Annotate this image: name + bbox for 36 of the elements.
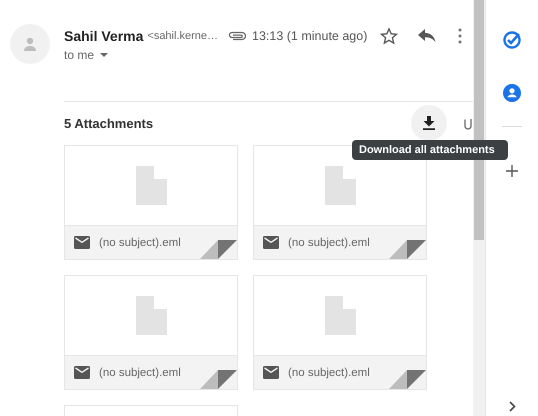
tasks-icon[interactable] bbox=[502, 30, 522, 50]
page-fold-icon bbox=[200, 240, 237, 259]
mail-icon bbox=[74, 366, 90, 379]
attachment-card[interactable]: (no subject).eml bbox=[64, 145, 238, 260]
mail-icon bbox=[263, 236, 279, 249]
mail-icon bbox=[263, 366, 279, 379]
file-name: (no subject).eml bbox=[288, 366, 370, 378]
attachment-card[interactable]: (no subject).eml bbox=[253, 275, 427, 390]
sender-email: <sahil.kerne… bbox=[147, 30, 218, 42]
attachments-heading: 5 Attachments bbox=[64, 116, 154, 130]
download-icon bbox=[423, 116, 435, 130]
download-all-button[interactable] bbox=[411, 105, 447, 141]
caret-icon[interactable] bbox=[100, 53, 108, 57]
file-icon bbox=[136, 296, 166, 335]
chevron-right-icon[interactable] bbox=[508, 401, 516, 412]
contacts-icon[interactable] bbox=[503, 84, 521, 102]
page-fold-icon bbox=[389, 240, 426, 259]
page-fold-icon bbox=[200, 370, 237, 389]
avatar-icon bbox=[10, 24, 50, 64]
file-icon bbox=[324, 166, 356, 205]
file-icon bbox=[324, 296, 356, 335]
mail-icon bbox=[74, 236, 90, 249]
more-icon[interactable] bbox=[458, 28, 462, 44]
file-icon bbox=[136, 166, 166, 205]
recipient-label: to me bbox=[64, 48, 94, 62]
tooltip: Download all attachments bbox=[352, 140, 508, 160]
file-name: (no subject).eml bbox=[288, 236, 370, 248]
add-icon[interactable] bbox=[506, 165, 518, 177]
file-name: (no subject).eml bbox=[99, 366, 181, 378]
star-icon[interactable] bbox=[380, 27, 398, 45]
message-time: 13:13 (1 minute ago) bbox=[252, 29, 368, 43]
attachment-card[interactable]: (no subject).eml bbox=[64, 275, 238, 390]
sender-name: Sahil Verma bbox=[64, 28, 144, 44]
reply-icon[interactable] bbox=[418, 29, 436, 43]
page-fold-icon bbox=[389, 370, 426, 389]
file-name: (no subject).eml bbox=[99, 236, 181, 248]
